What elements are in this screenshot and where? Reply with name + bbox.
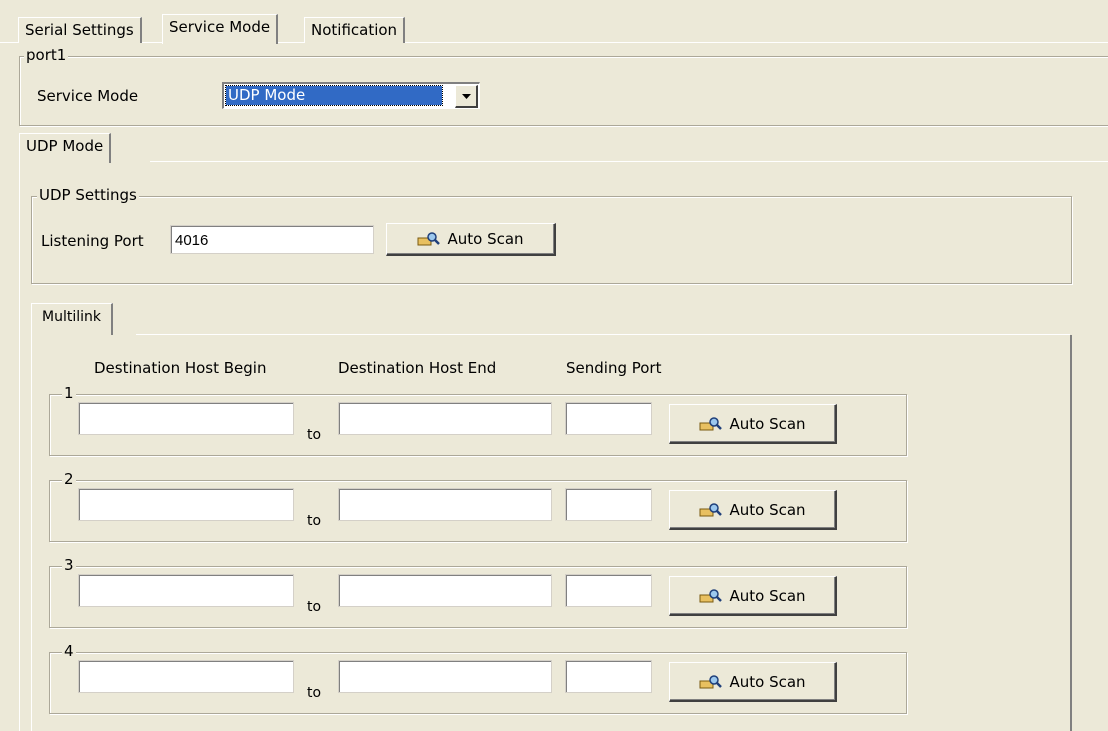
udp-panel-left-edge <box>19 162 20 731</box>
multilink-panel-right <box>1070 335 1072 731</box>
sending-port-input[interactable] <box>565 660 652 693</box>
listening-port-label: Listening Port <box>41 232 144 250</box>
to-label: to <box>307 685 322 701</box>
multilink-panel-left <box>31 334 32 731</box>
scan-magnifier-icon <box>417 231 441 247</box>
scan-magnifier-icon <box>699 416 723 432</box>
sending-port-input[interactable] <box>565 488 652 521</box>
tab-service-mode[interactable]: Service Mode <box>162 14 279 44</box>
listening-port-input[interactable] <box>170 225 374 254</box>
udp-auto-scan-label: Auto Scan <box>447 230 524 248</box>
row-auto-scan-button[interactable]: Auto Scan <box>669 576 837 616</box>
multilink-panel-top <box>136 334 1070 335</box>
udp-subtab-line <box>150 161 1108 162</box>
dest-host-end-input[interactable] <box>338 402 552 435</box>
dest-host-begin-input[interactable] <box>78 574 294 607</box>
row-auto-scan-label: Auto Scan <box>729 500 806 519</box>
dest-host-end-input[interactable] <box>338 574 552 607</box>
service-mode-dropdown-button[interactable] <box>455 85 478 108</box>
col-header-end: Destination Host End <box>338 359 497 377</box>
tab-udp-mode[interactable]: UDP Mode <box>19 133 112 163</box>
service-mode-label: Service Mode <box>37 87 139 105</box>
sending-port-input[interactable] <box>565 402 652 435</box>
to-label: to <box>307 427 322 443</box>
tab-multilink[interactable]: Multilink <box>31 303 113 335</box>
scan-magnifier-icon <box>699 588 723 604</box>
udp-settings-legend: UDP Settings <box>37 186 139 204</box>
dest-host-end-input[interactable] <box>338 660 552 693</box>
to-label: to <box>307 513 322 529</box>
dest-host-begin-input[interactable] <box>78 488 294 521</box>
port-group <box>19 56 1108 126</box>
port-group-legend: port1 <box>24 46 69 64</box>
tab-notification[interactable]: Notification <box>304 17 406 43</box>
dest-host-end-input[interactable] <box>338 488 552 521</box>
chevron-down-icon <box>461 93 471 99</box>
multilink-row-index: 2 <box>62 470 76 488</box>
dest-host-begin-input[interactable] <box>78 402 294 435</box>
row-auto-scan-label: Auto Scan <box>729 414 806 433</box>
to-label: to <box>307 599 322 615</box>
service-mode-selected-value: UDP Mode <box>225 85 443 106</box>
row-auto-scan-label: Auto Scan <box>729 672 806 691</box>
col-header-port: Sending Port <box>566 359 662 377</box>
row-auto-scan-button[interactable]: Auto Scan <box>669 490 837 530</box>
scan-magnifier-icon <box>699 674 723 690</box>
col-header-begin: Destination Host Begin <box>94 359 267 377</box>
service-mode-select[interactable]: UDP Mode <box>222 82 480 109</box>
multilink-row-index: 1 <box>62 384 76 402</box>
row-auto-scan-button[interactable]: Auto Scan <box>669 662 837 702</box>
row-auto-scan-button[interactable]: Auto Scan <box>669 404 837 444</box>
dest-host-begin-input[interactable] <box>78 660 294 693</box>
udp-auto-scan-button[interactable]: Auto Scan <box>386 223 556 256</box>
multilink-row-index: 4 <box>62 642 76 660</box>
sending-port-input[interactable] <box>565 574 652 607</box>
scan-magnifier-icon <box>699 502 723 518</box>
tab-serial-settings[interactable]: Serial Settings <box>18 17 142 43</box>
row-auto-scan-label: Auto Scan <box>729 586 806 605</box>
multilink-row-index: 3 <box>62 556 76 574</box>
